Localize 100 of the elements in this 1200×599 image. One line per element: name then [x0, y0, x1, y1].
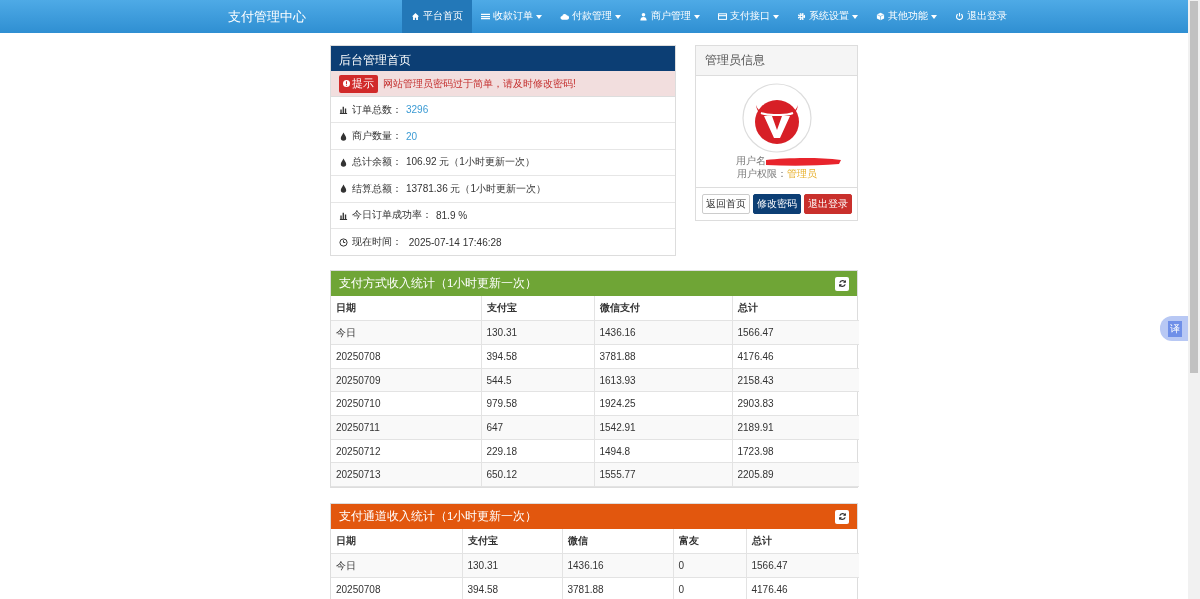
nav-item[interactable]: 系统设置: [788, 0, 867, 33]
table-title: 支付通道收入统计（1小时更新一次）: [339, 509, 538, 525]
table-title: 支付方式收入统计（1小时更新一次）: [339, 276, 538, 292]
refresh-button[interactable]: [835, 509, 849, 524]
home-icon: [411, 12, 420, 21]
column-header: 微信: [562, 529, 673, 554]
refresh-icon: [837, 512, 847, 522]
caret-icon: [852, 14, 858, 19]
nav-item[interactable]: 退出登录: [946, 0, 1016, 33]
brand-title[interactable]: 支付管理中心: [228, 0, 402, 33]
stat-value: 106.92 元（1小时更新一次）: [406, 155, 535, 170]
cube-icon: [876, 12, 885, 21]
table-cell: 20250708: [331, 344, 481, 369]
column-header: 总计: [732, 296, 859, 321]
nav-item[interactable]: 商户管理: [630, 0, 709, 33]
stat-value: 81.9 %: [436, 209, 468, 221]
drop-icon: [339, 184, 348, 194]
refresh-icon: [837, 279, 847, 289]
card-icon: [718, 12, 727, 21]
caret-icon: [773, 14, 779, 19]
stat-label: 总计余额：: [352, 155, 402, 170]
alert-badge: 提示: [339, 74, 378, 93]
table-cell: 1566.47: [732, 320, 859, 345]
table-cell: 1723.98: [732, 439, 859, 463]
scrollbar[interactable]: [1188, 0, 1200, 599]
table-cell: 229.18: [481, 439, 594, 463]
logout-button[interactable]: 退出登录: [803, 194, 852, 214]
nav-item[interactable]: 支付接口: [709, 0, 788, 33]
table-cell: 979.58: [481, 391, 594, 416]
settings-icon: [797, 12, 806, 21]
table-cell: 650.12: [481, 462, 594, 487]
caret-icon: [931, 14, 937, 19]
role-value: 管理员: [786, 168, 817, 179]
panel-title: 管理员信息: [696, 46, 857, 76]
table-cell: 1613.93: [594, 368, 732, 392]
table-cell: 130.31: [481, 320, 594, 345]
stat-label: 今日订单成功率：: [352, 208, 432, 223]
stat-label: 结算总额：: [352, 181, 402, 196]
table-cell: 1542.91: [594, 415, 732, 440]
table-cell: 394.58: [481, 344, 594, 369]
table-cell: 647: [481, 415, 594, 440]
column-header: 总计: [746, 529, 859, 554]
nav-item[interactable]: 收款订单: [472, 0, 551, 33]
table-cell: 今日: [331, 553, 462, 578]
stat-label: 订单总数：: [352, 102, 402, 117]
column-header: 日期: [331, 529, 462, 554]
column-header: 日期: [331, 296, 481, 321]
cloud-icon: [560, 12, 569, 21]
table-cell: 今日: [331, 320, 481, 345]
stat-value: 13781.36 元（1小时更新一次）: [406, 181, 547, 196]
info-icon: [343, 80, 350, 87]
translate-button[interactable]: 译: [1160, 316, 1189, 341]
table-cell: 2158.43: [732, 368, 859, 392]
table-cell: 1436.16: [594, 320, 732, 345]
table-cell: 1555.77: [594, 462, 732, 487]
table-cell: 1924.25: [594, 391, 732, 416]
table-cell: 544.5: [481, 368, 594, 392]
panel-title: 后台管理首页: [331, 46, 675, 71]
table-cell: 2205.89: [732, 462, 859, 487]
stat-value: 2025-07-14 17:46:28: [407, 236, 502, 248]
table-cell: 20250712: [331, 439, 481, 463]
user-icon: [639, 12, 648, 21]
nav-item[interactable]: 付款管理: [551, 0, 630, 33]
caret-icon: [694, 14, 700, 19]
drop-icon: [339, 131, 348, 141]
table-cell: 4176.46: [746, 577, 859, 599]
drop-icon: [339, 157, 348, 167]
bar-chart-icon: [339, 210, 348, 220]
table-cell: 20250711: [331, 415, 481, 440]
refresh-button[interactable]: [835, 276, 849, 291]
role-label: 用户权限：: [736, 168, 787, 179]
nav-item[interactable]: 其他功能: [867, 0, 946, 33]
change-password-button[interactable]: 修改密码: [752, 194, 801, 214]
table-cell: 1436.16: [562, 553, 673, 578]
alert-message: 网站管理员密码过于简单，请及时修改密码!: [383, 76, 576, 91]
username-label: 用户名: [736, 155, 766, 168]
table-cell: 2903.83: [732, 391, 859, 416]
logo-icon: [741, 83, 812, 153]
caret-icon: [536, 14, 542, 19]
table-cell: 20250713: [331, 462, 481, 487]
stat-value: 3296: [406, 104, 429, 116]
table-cell: 20250710: [331, 391, 481, 416]
column-header: 支付宝: [481, 296, 594, 321]
table-cell: 1494.8: [594, 439, 732, 463]
nav-item[interactable]: 平台首页: [402, 0, 472, 33]
column-header: 微信支付: [594, 296, 732, 321]
home-button[interactable]: 返回首页: [701, 194, 750, 214]
column-header: 富友: [673, 529, 746, 554]
caret-icon: [615, 14, 621, 19]
column-header: 支付宝: [462, 529, 562, 554]
list-icon: [481, 12, 490, 21]
table-cell: 130.31: [462, 553, 562, 578]
table-cell: 20250709: [331, 368, 481, 392]
table-cell: 1566.47: [746, 553, 859, 578]
power-icon: [955, 12, 964, 21]
table-cell: 4176.46: [732, 344, 859, 369]
stat-label: 商户数量：: [352, 129, 402, 144]
stat-label: 现在时间：: [352, 235, 402, 250]
table-cell: 2189.91: [732, 415, 859, 440]
clock-icon: [339, 237, 348, 247]
